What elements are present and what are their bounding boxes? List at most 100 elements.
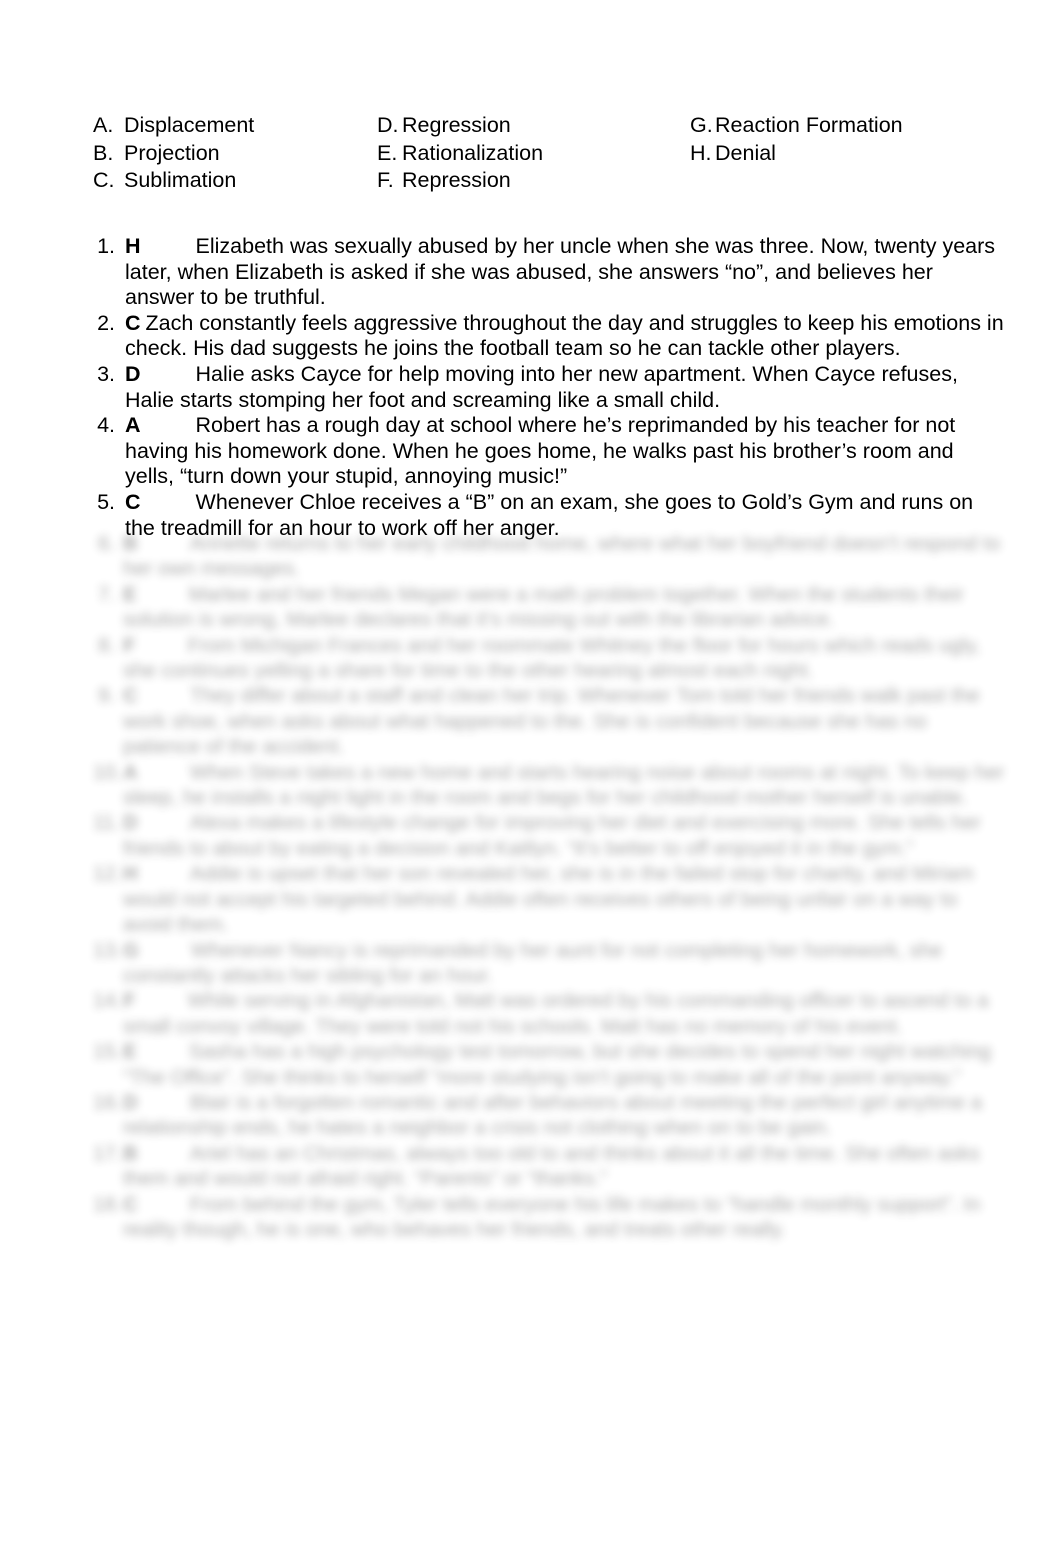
answer-key-label: Repression bbox=[402, 168, 511, 192]
obscured-question-item: 16. D Blair is a forgotten romantic and a… bbox=[93, 1091, 1008, 1142]
question-answer-letter: A bbox=[125, 413, 141, 438]
question-body: E Sasha has a high psychology test tomorr… bbox=[123, 1040, 1008, 1091]
question-answer-letter: G bbox=[123, 939, 139, 962]
question-body: H Addie is upset that her son revealed he… bbox=[123, 862, 1008, 938]
question-answer-letter: C bbox=[125, 489, 141, 514]
question-number: 10. bbox=[93, 761, 122, 784]
obscured-question-item: 11. D Alexa makes a lifestyle change for … bbox=[93, 811, 1008, 862]
question-body: B Ariel has an Christmas, always too old … bbox=[123, 1142, 1008, 1193]
question-body: D Alexa makes a lifestyle change for impr… bbox=[123, 811, 1008, 862]
obscured-question-item: 13. G Whenever Nancy is reprimanded by he… bbox=[93, 939, 1008, 990]
answer-key-item: H. Denial bbox=[690, 140, 903, 168]
question-body: C They differ about a staff and clean her… bbox=[123, 684, 1008, 760]
question-text: They differ about a staff and clean her … bbox=[123, 685, 980, 759]
question-text: From behind the gym, Tyler tells everyon… bbox=[123, 1193, 981, 1241]
answer-key-label: Rationalization bbox=[402, 140, 544, 165]
question-body: G Whenever Nancy is reprimanded by her au… bbox=[123, 939, 1008, 990]
question-answer-letter: D bbox=[123, 1091, 138, 1114]
document-page: A. Displacement B. Projection C. Sublima… bbox=[0, 0, 1062, 1556]
answer-key-column-3: G. Reaction Formation H. Denial bbox=[690, 112, 903, 167]
question-item: 2. C Zach constantly feels aggressive thr… bbox=[93, 311, 1005, 362]
question-body: D Blair is a forgotten romantic and after… bbox=[123, 1091, 1008, 1142]
question-answer-letter: F bbox=[123, 990, 136, 1013]
answer-key-item: G. Reaction Formation bbox=[690, 112, 903, 140]
question-text: Whenever Nancy is reprimanded by her aun… bbox=[123, 939, 943, 987]
answer-key-letter: F. bbox=[377, 168, 394, 192]
question-answer-letter: C bbox=[123, 1193, 138, 1216]
question-item: 5. C Whenever Chloe receives a “B” on an … bbox=[93, 490, 1005, 541]
question-text: From Michigan Frances and her roommate W… bbox=[123, 634, 981, 683]
question-number: 18. bbox=[93, 1193, 122, 1216]
question-list: 1. H Elizabeth was sexually abused by her… bbox=[93, 234, 1005, 541]
question-body: A Robert has a rough day at school where … bbox=[125, 413, 1005, 490]
question-number: 1. bbox=[97, 234, 115, 258]
question-body: A When Steve takes a new home and starts … bbox=[123, 761, 1008, 812]
answer-key-label: Sublimation bbox=[124, 168, 237, 192]
question-body: C Zach constantly feels aggressive throug… bbox=[125, 311, 1005, 362]
question-number: 17. bbox=[93, 1142, 122, 1165]
question-text: When Steve takes a new home and starts h… bbox=[123, 761, 1005, 810]
obscured-question-item: 18. C From behind the gym, Tyler tells ev… bbox=[93, 1193, 1008, 1244]
question-answer-letter: E bbox=[123, 583, 137, 606]
answer-key-label: Projection bbox=[124, 140, 220, 165]
answer-key-label: Displacement bbox=[124, 113, 255, 137]
question-number: 14. bbox=[93, 990, 122, 1013]
question-answer-letter: B bbox=[123, 1142, 138, 1165]
obscured-question-item: 17. B Ariel has an Christmas, always too … bbox=[93, 1142, 1008, 1193]
question-answer-letter: D bbox=[125, 361, 141, 386]
question-body: E Marlee and her friends Megan were a mat… bbox=[123, 583, 1008, 634]
question-body: C Whenever Chloe receives a “B” on an exa… bbox=[125, 490, 1005, 541]
question-answer-letter: E bbox=[123, 1041, 137, 1064]
answer-key-letter: G. bbox=[690, 113, 713, 137]
answer-key-label: Denial bbox=[715, 140, 776, 165]
question-answer-letter: C bbox=[123, 685, 138, 708]
answer-key-letter: A. bbox=[93, 113, 114, 137]
answer-key-item: A. Displacement bbox=[93, 112, 254, 140]
question-body: D Halie asks Cayce for help moving into h… bbox=[125, 362, 1005, 413]
question-text: Whenever Chloe receives a “B” on an exam… bbox=[125, 489, 974, 540]
question-number: 9. bbox=[97, 685, 115, 708]
question-number: 8. bbox=[97, 634, 115, 657]
question-answer-letter: F bbox=[123, 634, 136, 657]
obscured-question-item: 10. A When Steve takes a new home and sta… bbox=[93, 761, 1008, 812]
question-text: Blair is a forgotten romantic and after … bbox=[123, 1091, 982, 1140]
question-text: Halie asks Cayce for help moving into he… bbox=[125, 361, 958, 412]
question-number: 13. bbox=[93, 939, 122, 962]
question-number: 12. bbox=[93, 863, 122, 886]
answer-key-column-1: A. Displacement B. Projection C. Sublima… bbox=[93, 112, 254, 195]
obscured-question-item: 14. F While serving in Afghanistan, Matt … bbox=[93, 989, 1008, 1040]
question-item: 3. D Halie asks Cayce for help moving int… bbox=[93, 362, 1005, 413]
answer-key-item: E. Rationalization bbox=[377, 140, 543, 168]
question-answer-letter: H bbox=[123, 863, 138, 886]
question-body: H Elizabeth was sexually abused by her un… bbox=[125, 234, 1005, 311]
question-body: C From behind the gym, Tyler tells everyo… bbox=[123, 1193, 1008, 1244]
answer-key-letter: E. bbox=[377, 140, 398, 165]
answer-key-item: B. Projection bbox=[93, 140, 254, 168]
answer-key-column-2: D. Regression E. Rationalization F. Repr… bbox=[377, 112, 543, 195]
question-number: 7. bbox=[97, 583, 115, 606]
question-text: Marlee and her friends Megan were a math… bbox=[123, 583, 964, 632]
question-number: 3. bbox=[97, 361, 115, 386]
question-item: 1. H Elizabeth was sexually abused by her… bbox=[93, 234, 1005, 311]
question-text: Alexa makes a lifestyle change for impro… bbox=[123, 812, 981, 860]
answer-key-item: C. Sublimation bbox=[93, 167, 254, 195]
question-text: Robert has a rough day at school where h… bbox=[125, 413, 956, 489]
obscured-question-item: 7. E Marlee and her friends Megan were a … bbox=[93, 583, 1008, 634]
question-text: Ariel has an Christmas, always too old t… bbox=[123, 1142, 980, 1191]
question-answer-letter: D bbox=[123, 812, 138, 835]
question-number: 16. bbox=[93, 1091, 122, 1114]
obscured-question-list: 6. B Annette returns to her early childho… bbox=[93, 532, 1008, 1243]
question-answer-letter: C bbox=[125, 310, 141, 335]
obscured-question-item: 15. E Sasha has a high psychology test to… bbox=[93, 1040, 1008, 1091]
answer-key-letter: H. bbox=[690, 140, 712, 165]
question-item: 4. A Robert has a rough day at school whe… bbox=[93, 413, 1005, 490]
answer-key-letter: C. bbox=[93, 168, 115, 192]
question-text: Elizabeth was sexually abused by her unc… bbox=[125, 234, 996, 310]
question-number: 5. bbox=[97, 489, 115, 514]
answer-key-item: F. Repression bbox=[377, 167, 543, 195]
answer-key-item: D. Regression bbox=[377, 112, 543, 140]
question-number: 15. bbox=[93, 1041, 122, 1064]
question-number: 2. bbox=[97, 310, 115, 335]
answer-key-letter: D. bbox=[377, 113, 399, 137]
answer-key-label: Regression bbox=[402, 113, 511, 137]
